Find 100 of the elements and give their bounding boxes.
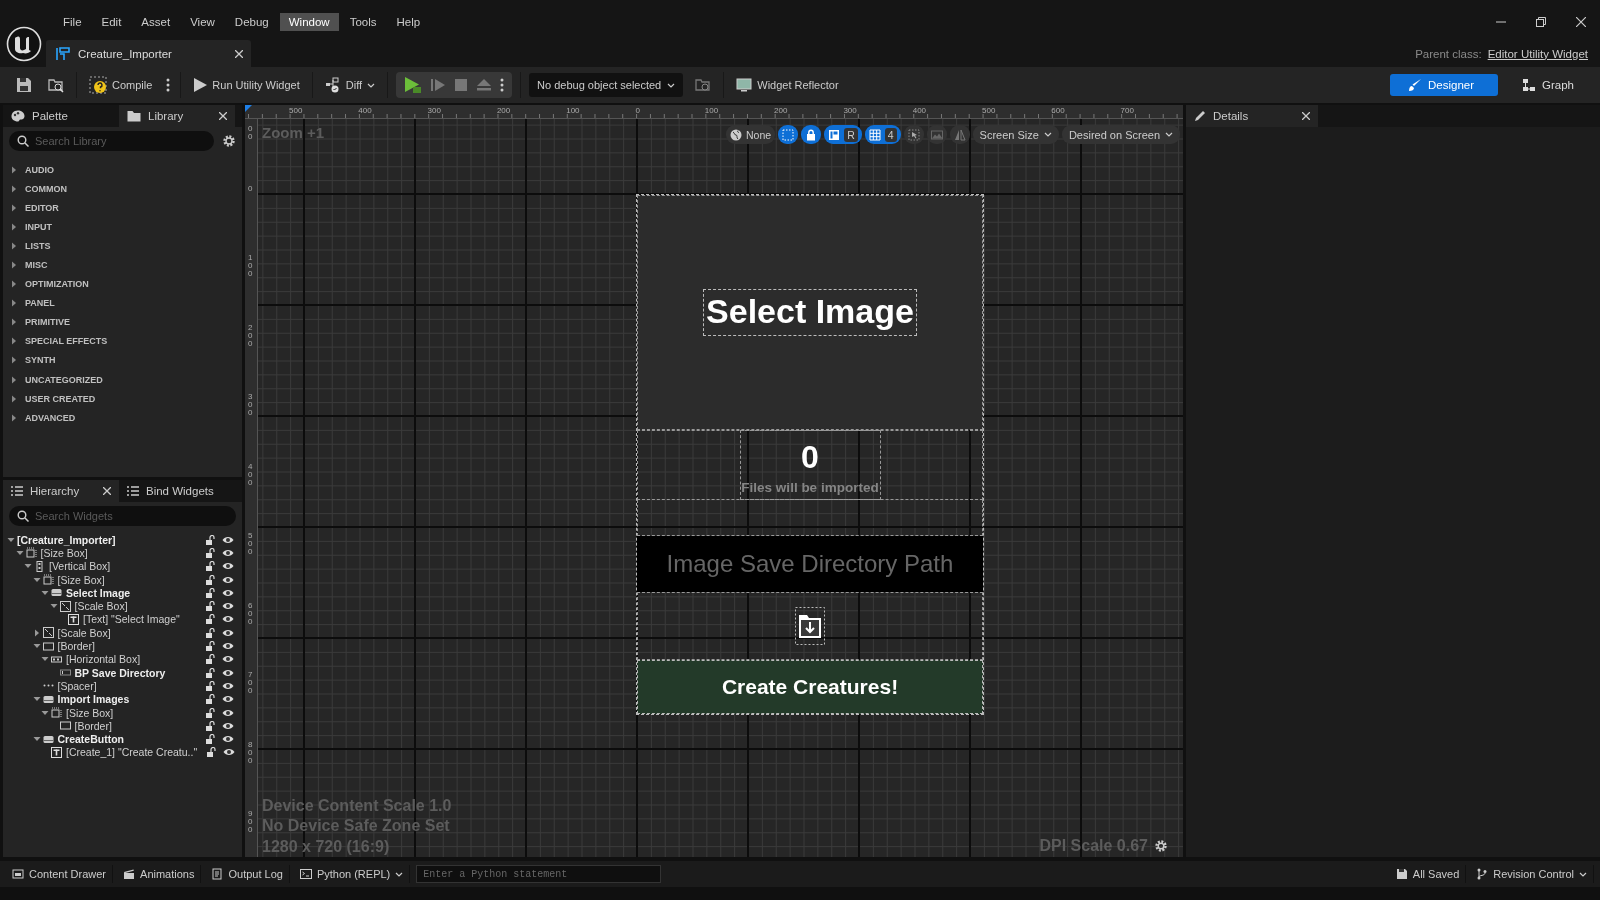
category-item[interactable]: OPTIMIZATION	[3, 274, 242, 294]
play-icon[interactable]	[404, 76, 423, 94]
unlocked-icon[interactable]	[205, 680, 215, 691]
close-icon[interactable]	[1302, 112, 1310, 120]
close-icon[interactable]	[103, 487, 111, 495]
status-bar-button[interactable]: Content Drawer	[6, 865, 114, 883]
panel-tab[interactable]: Hierarchy	[3, 480, 119, 502]
debug-object-dropdown[interactable]: No debug object selected	[529, 73, 684, 97]
eye-icon[interactable]	[222, 734, 234, 745]
view-toggle[interactable]: 4	[864, 125, 901, 144]
category-item[interactable]: PRIMITIVE	[3, 312, 242, 332]
tree-item[interactable]: Import Images	[57, 693, 130, 706]
unlocked-icon[interactable]	[205, 601, 215, 612]
unlocked-icon[interactable]	[205, 707, 215, 718]
search-field[interactable]: Search Widgets	[9, 506, 236, 526]
stop-icon[interactable]	[454, 78, 469, 92]
panel-tab[interactable]: Bind Widgets	[119, 480, 235, 502]
unlocked-icon[interactable]	[205, 547, 215, 558]
save-icon[interactable]	[16, 77, 32, 93]
eye-icon[interactable]	[222, 654, 234, 665]
view-toggle[interactable]	[903, 125, 924, 144]
expanded-arrow-icon[interactable]	[15, 548, 24, 557]
create-button[interactable]: Create Creatures!	[637, 660, 983, 714]
eye-icon[interactable]	[222, 574, 234, 585]
folder-download-icon[interactable]	[795, 607, 825, 645]
unlocked-icon[interactable]	[205, 694, 215, 705]
unlocked-icon[interactable]	[205, 720, 215, 731]
status-bar-button[interactable]: Python (REPL)	[293, 865, 411, 883]
view-toggle[interactable]	[778, 125, 799, 144]
unlocked-icon[interactable]	[205, 534, 215, 545]
menu-item[interactable]: Tools	[340, 13, 386, 31]
unlocked-icon[interactable]	[205, 627, 215, 638]
mode-tab[interactable]: Graph	[1506, 74, 1590, 96]
category-item[interactable]: USER CREATED	[3, 389, 242, 409]
menu-item[interactable]: Window	[279, 13, 339, 31]
category-item[interactable]: PANEL	[3, 293, 242, 313]
more-options-icon[interactable]	[500, 78, 505, 92]
view-toggle[interactable]: R	[824, 125, 862, 144]
category-item[interactable]: LISTS	[3, 236, 242, 256]
panel-tab[interactable]: Palette	[3, 105, 119, 127]
close-icon[interactable]	[219, 112, 227, 120]
eye-icon[interactable]	[222, 627, 234, 638]
python-input-field[interactable]: Enter a Python statement	[416, 865, 662, 883]
unlocked-icon[interactable]	[205, 641, 215, 651]
tree-item[interactable]: BP Save Directory	[74, 666, 166, 679]
tree-item[interactable]: [Size Box]	[57, 573, 105, 586]
unlocked-icon[interactable]	[205, 667, 215, 678]
category-item[interactable]: UNCATEGORIZED	[3, 370, 242, 390]
directory-path-field[interactable]: Image Save Directory Path	[637, 536, 983, 592]
tree-item[interactable]: [Scale Box]	[74, 600, 128, 613]
widget-preview[interactable]: Select Image 0 Files will be imported Image Save Directory Path Create Creatures!	[637, 195, 983, 714]
tree-item[interactable]: [Create_1] "Create Creatu.."	[66, 746, 198, 759]
tree-item[interactable]: CreateButton	[57, 733, 124, 746]
mode-tab[interactable]: Designer	[1390, 74, 1499, 96]
category-item[interactable]: AUDIO	[3, 160, 242, 180]
collapsed-arrow-icon[interactable]	[32, 628, 41, 637]
step-icon[interactable]	[431, 78, 446, 92]
view-toggle[interactable]	[949, 125, 970, 144]
unlocked-icon[interactable]	[205, 561, 215, 572]
tree-item[interactable]: [Text] "Select Image"	[83, 613, 180, 626]
restore-icon[interactable]	[1536, 17, 1546, 27]
status-bar-button[interactable]: All Saved	[1389, 865, 1467, 883]
eye-icon[interactable]	[222, 680, 234, 691]
menu-item[interactable]: Edit	[92, 13, 131, 31]
engine-logo[interactable]	[6, 26, 42, 62]
more-options-icon[interactable]	[166, 78, 171, 92]
run-button[interactable]: Run Utility Widget	[189, 75, 304, 95]
menu-item[interactable]: View	[181, 13, 224, 31]
unlocked-icon[interactable]	[205, 574, 215, 585]
diff-button[interactable]: Diff	[320, 74, 380, 96]
tree-item[interactable]: [Creature_Importer]	[17, 533, 116, 546]
panel-tab[interactable]: Library	[119, 105, 235, 127]
eye-icon[interactable]	[222, 534, 234, 545]
tree-item[interactable]: [Vertical Box]	[49, 560, 111, 573]
eye-icon[interactable]	[222, 587, 234, 598]
unlocked-icon[interactable]	[205, 587, 215, 598]
unlocked-icon[interactable]	[205, 734, 215, 745]
close-icon[interactable]	[1576, 17, 1586, 27]
tree-item[interactable]: [Border]	[74, 719, 112, 732]
tree-item[interactable]: [Border]	[57, 640, 95, 652]
eye-icon[interactable]	[222, 601, 234, 612]
menu-item[interactable]: Help	[387, 13, 430, 31]
document-tab[interactable]: Creature_Importer	[46, 40, 251, 67]
eye-icon[interactable]	[222, 641, 234, 651]
category-item[interactable]: SYNTH	[3, 350, 242, 371]
close-icon[interactable]	[235, 49, 243, 58]
compile-button[interactable]: Compile	[85, 73, 157, 97]
expanded-arrow-icon[interactable]	[41, 708, 49, 717]
tree-item[interactable]: [Size Box]	[40, 546, 88, 559]
culture-button[interactable]: None	[726, 125, 776, 144]
tree-item[interactable]: [Horizontal Box]	[66, 653, 141, 666]
panel-tab[interactable]: Details	[1186, 105, 1318, 127]
unlocked-icon[interactable]	[206, 747, 217, 758]
eye-icon[interactable]	[222, 614, 234, 625]
category-item[interactable]: COMMON	[3, 179, 242, 199]
eye-icon[interactable]	[222, 694, 234, 705]
view-toggle[interactable]	[801, 125, 822, 144]
select-image-text[interactable]: Select Image	[704, 290, 916, 335]
unlocked-icon[interactable]	[205, 614, 215, 625]
eye-icon[interactable]	[222, 720, 234, 731]
